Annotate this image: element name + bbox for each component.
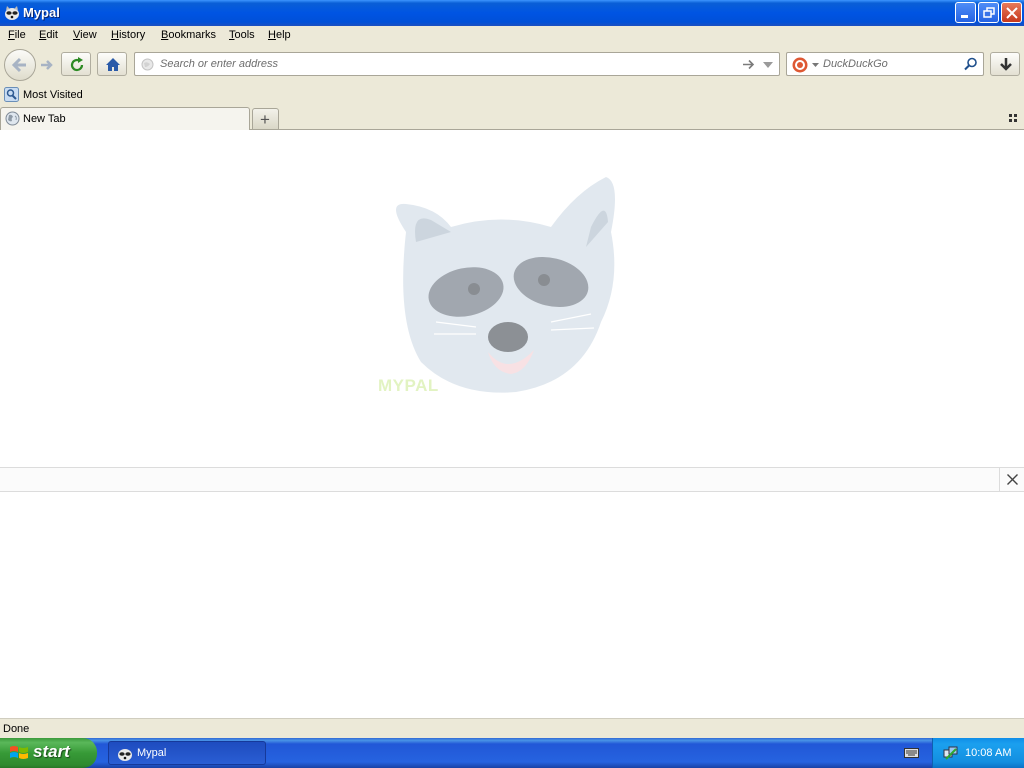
duckduckgo-icon[interactable]	[792, 57, 808, 73]
most-visited-icon	[4, 87, 19, 102]
network-icon[interactable]	[943, 745, 959, 761]
restore-icon	[983, 7, 995, 18]
address-bar[interactable]: Search or enter address	[134, 52, 780, 76]
tab-new-tab[interactable]: New Tab	[0, 107, 250, 130]
menu-bar: File Edit View History Bookmarks Tools H…	[0, 26, 1024, 46]
navigation-toolbar: Search or enter address DuckDuckGo	[0, 46, 1024, 84]
forward-arrow-icon	[41, 60, 53, 70]
window-title: Mypal	[23, 5, 60, 20]
keyboard-icon[interactable]	[904, 746, 919, 759]
notification-close-button[interactable]	[999, 468, 1024, 491]
search-icon[interactable]	[964, 57, 978, 71]
back-forward-group	[4, 49, 60, 81]
home-button[interactable]	[97, 52, 127, 76]
mypal-raccoon-icon	[118, 749, 132, 761]
minimize-icon	[961, 15, 968, 18]
start-label: start	[33, 742, 70, 761]
windows-flag-icon	[10, 746, 28, 759]
menu-help[interactable]: Help	[268, 29, 291, 41]
clock[interactable]: 10:08 AM	[965, 747, 1011, 759]
download-arrow-icon	[1000, 58, 1012, 71]
start-button[interactable]: start	[0, 738, 97, 768]
history-dropdown-icon[interactable]	[763, 62, 773, 68]
back-arrow-icon	[11, 57, 26, 73]
menu-history[interactable]: History	[111, 29, 145, 41]
search-bar[interactable]: DuckDuckGo	[786, 52, 984, 76]
mypal-logo-text: MYPAL	[378, 376, 439, 395]
back-button[interactable]	[4, 49, 36, 81]
home-icon	[106, 58, 120, 71]
tab-label: New Tab	[23, 113, 66, 125]
downloads-button[interactable]	[990, 52, 1020, 76]
menu-file[interactable]: File	[8, 29, 26, 41]
system-tray: 10:08 AM	[932, 738, 1024, 768]
menu-view[interactable]: View	[73, 29, 97, 41]
close-icon	[1007, 474, 1018, 485]
tab-list-grid-icon[interactable]	[1008, 113, 1018, 123]
page-content: MYPAL	[0, 130, 1024, 718]
close-button[interactable]	[1001, 2, 1022, 23]
go-arrow-icon[interactable]	[742, 58, 755, 71]
menu-tools[interactable]: Tools	[229, 29, 255, 41]
menu-bookmarks[interactable]: Bookmarks	[161, 29, 216, 41]
status-text: Done	[3, 723, 30, 735]
bookmark-label: Most Visited	[23, 89, 83, 101]
notification-bar	[0, 467, 1024, 492]
bookmarks-toolbar: Most Visited	[0, 84, 1024, 106]
tab-strip: New Tab +	[0, 106, 1024, 130]
taskbar: start Mypal 10:08 AM	[0, 738, 1024, 768]
mypal-raccoon-logo	[396, 177, 615, 393]
reload-icon	[70, 57, 84, 72]
taskbar-item-mypal[interactable]: Mypal	[108, 741, 266, 765]
reload-button[interactable]	[61, 52, 91, 76]
menu-edit[interactable]: Edit	[39, 29, 58, 41]
plus-icon: +	[260, 110, 270, 129]
new-tab-button[interactable]: +	[252, 108, 279, 130]
forward-button[interactable]	[36, 54, 60, 76]
title-bar[interactable]: Mypal	[0, 0, 1024, 26]
close-icon	[1006, 7, 1018, 19]
identity-globe-icon	[141, 58, 154, 71]
status-bar: Done	[0, 718, 1024, 738]
taskbar-item-label: Mypal	[137, 747, 167, 759]
search-placeholder: DuckDuckGo	[823, 58, 888, 70]
minimize-button[interactable]	[955, 2, 976, 23]
search-engine-dropdown-icon[interactable]	[812, 63, 819, 67]
globe-icon	[5, 111, 20, 126]
restore-button[interactable]	[978, 2, 999, 23]
mypal-raccoon-icon	[5, 6, 19, 20]
address-placeholder: Search or enter address	[160, 58, 279, 70]
